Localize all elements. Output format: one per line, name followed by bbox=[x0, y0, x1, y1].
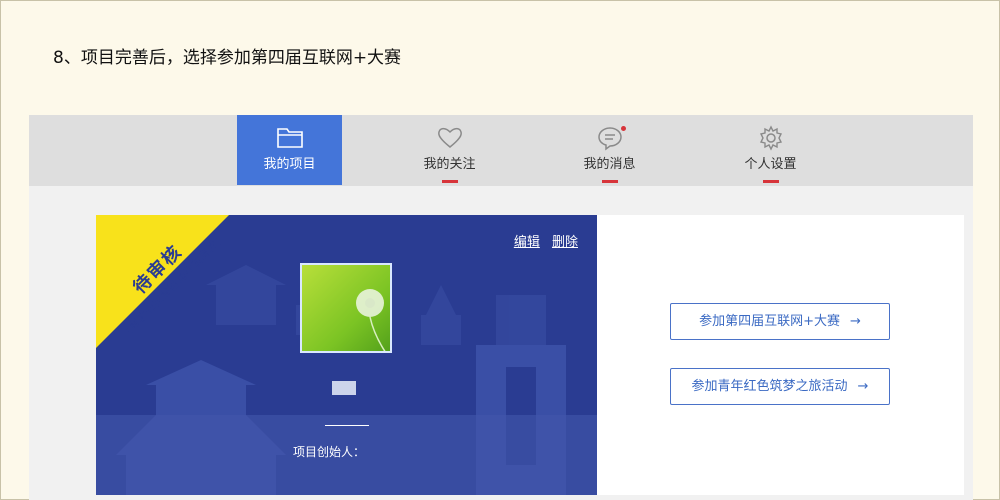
founder-label: 项目创始人： bbox=[293, 445, 366, 459]
project-actions: 编辑 删除 bbox=[506, 231, 578, 250]
tab-label: 我的项目 bbox=[263, 157, 316, 172]
folder-icon bbox=[276, 125, 304, 153]
tab-label: 我的关注 bbox=[423, 157, 476, 172]
delete-link[interactable]: 删除 bbox=[552, 235, 578, 250]
gear-icon bbox=[757, 125, 785, 155]
project-thumbnail bbox=[300, 263, 392, 353]
message-icon bbox=[596, 125, 624, 155]
tab-label: 个人设置 bbox=[744, 157, 797, 172]
project-name-placeholder bbox=[332, 381, 356, 395]
project-card: 待审核 （审核进度请咨询所在高校） 编辑 删除 项目创始人： 参加第四届互联网+… bbox=[96, 215, 964, 495]
tab-personal-settings[interactable]: 个人设置 bbox=[718, 115, 823, 185]
tab-my-follows[interactable]: 我的关注 bbox=[397, 115, 502, 185]
arrow-right-icon: → bbox=[857, 379, 869, 394]
project-cover: 待审核 （审核进度请咨询所在高校） 编辑 删除 项目创始人： bbox=[96, 215, 597, 495]
unread-dot bbox=[621, 126, 626, 131]
heart-icon bbox=[436, 125, 464, 153]
join-activity-button[interactable]: 参加青年红色筑梦之旅活动 → bbox=[670, 368, 890, 405]
join-activity-label: 参加青年红色筑梦之旅活动 bbox=[691, 379, 848, 394]
top-nav: 我的项目 我的关注 我的消息 个人设置 bbox=[29, 115, 973, 186]
tab-my-projects[interactable]: 我的项目 bbox=[237, 115, 342, 185]
tab-indicator bbox=[441, 180, 458, 183]
tab-indicator bbox=[601, 180, 618, 183]
tab-label: 我的消息 bbox=[583, 157, 636, 172]
tab-indicator bbox=[762, 180, 779, 183]
join-contest-label: 参加第四届互联网+大赛 bbox=[699, 314, 840, 329]
arrow-right-icon: → bbox=[850, 314, 861, 329]
tab-my-messages[interactable]: 我的消息 bbox=[557, 115, 662, 185]
instruction-text: 8、项目完善后，选择参加第四届互联网+大赛 bbox=[53, 48, 402, 68]
divider bbox=[325, 425, 369, 426]
edit-link[interactable]: 编辑 bbox=[514, 235, 540, 250]
join-contest-button[interactable]: 参加第四届互联网+大赛 → bbox=[670, 303, 890, 340]
app-panel: 我的项目 我的关注 我的消息 个人设置 待审核 （审核进度请咨询所在高校） 编辑… bbox=[29, 115, 973, 500]
